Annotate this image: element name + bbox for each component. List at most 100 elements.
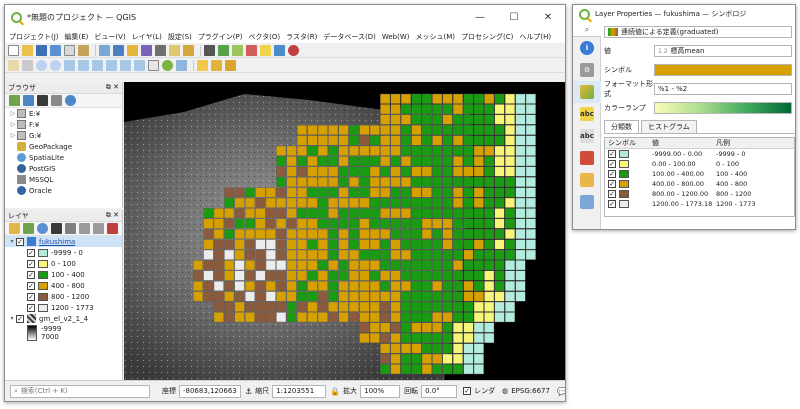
mesh-cell[interactable] <box>224 208 235 219</box>
mesh-cell[interactable] <box>421 176 432 187</box>
mesh-cell[interactable] <box>390 239 401 250</box>
mesh-cell[interactable] <box>432 176 443 187</box>
mesh-cell[interactable] <box>338 125 349 136</box>
mesh-cell[interactable] <box>453 301 464 312</box>
mesh-cell[interactable] <box>265 228 276 239</box>
mesh-cell[interactable] <box>432 208 443 219</box>
mesh-cell[interactable] <box>432 249 443 260</box>
value-field-select[interactable]: 1.2 標高mean <box>654 45 792 57</box>
mesh-cell[interactable] <box>494 135 505 146</box>
mesh-cell[interactable] <box>421 249 432 260</box>
mesh-cell[interactable] <box>525 249 536 260</box>
mesh-cell[interactable] <box>338 176 349 187</box>
mesh-cell[interactable] <box>224 187 235 198</box>
mesh-cell[interactable] <box>328 156 339 167</box>
class-value[interactable]: 800.00 - 1200.00 <box>649 190 713 198</box>
mesh-cell[interactable] <box>328 312 339 323</box>
mesh-cell[interactable] <box>255 228 266 239</box>
mesh-cell[interactable] <box>317 280 328 291</box>
mesh-cell[interactable] <box>307 208 318 219</box>
mesh-cell[interactable] <box>369 218 380 229</box>
mesh-cell[interactable] <box>421 364 432 375</box>
mesh-cell[interactable] <box>348 208 359 219</box>
mesh-cell[interactable] <box>380 343 391 354</box>
mesh-cell[interactable] <box>411 104 422 115</box>
column-legend[interactable]: 凡例 <box>713 138 791 148</box>
close-button[interactable]: ✕ <box>531 5 565 30</box>
annotation-icon[interactable] <box>169 44 180 56</box>
mesh-cell[interactable] <box>203 280 214 291</box>
mesh-cell[interactable] <box>421 332 432 343</box>
mesh-cell[interactable] <box>453 145 464 156</box>
mesh-cell[interactable] <box>380 218 391 229</box>
mesh-cell[interactable] <box>203 260 214 271</box>
mesh-cell[interactable] <box>442 166 453 177</box>
class-symbol-swatch[interactable] <box>619 160 629 168</box>
pan-icon[interactable] <box>8 59 19 71</box>
mesh-cell[interactable] <box>286 291 297 302</box>
sidebar-item-3d-view[interactable] <box>573 147 601 169</box>
mesh-cell[interactable] <box>494 260 505 271</box>
mesh-cell[interactable] <box>505 104 516 115</box>
mesh-cell[interactable] <box>411 364 422 375</box>
scale-field[interactable]: 1:1203551 <box>272 384 327 398</box>
mesh-cell[interactable] <box>286 176 297 187</box>
mesh-cell[interactable] <box>401 135 412 146</box>
mesh-cell[interactable] <box>432 260 443 271</box>
mesh-cell[interactable] <box>505 249 516 260</box>
mesh-cell[interactable] <box>286 166 297 177</box>
mesh-cell[interactable] <box>328 228 339 239</box>
mesh-cell[interactable] <box>203 239 214 250</box>
mesh-cell[interactable] <box>265 218 276 229</box>
mesh-cell[interactable] <box>328 270 339 281</box>
mesh-cell[interactable] <box>411 218 422 229</box>
mesh-cell[interactable] <box>484 301 495 312</box>
mesh-cell[interactable] <box>348 312 359 323</box>
mesh-cell[interactable] <box>515 156 526 167</box>
mesh-cell[interactable] <box>421 228 432 239</box>
class-visibility-checkbox[interactable]: ✓ <box>27 292 35 301</box>
mesh-cell[interactable] <box>494 312 505 323</box>
mesh-cell[interactable] <box>473 343 484 354</box>
mesh-cell[interactable] <box>348 291 359 302</box>
class-visibility-checkbox[interactable]: ✓ <box>27 270 35 279</box>
mesh-cell[interactable] <box>463 332 474 343</box>
mesh-cell[interactable] <box>442 156 453 167</box>
mesh-cell[interactable] <box>515 104 526 115</box>
mesh-cell[interactable] <box>442 343 453 354</box>
sum-icon[interactable] <box>155 44 166 56</box>
mesh-cell[interactable] <box>307 187 318 198</box>
mesh-cell[interactable] <box>401 343 412 354</box>
mesh-cell[interactable] <box>380 291 391 302</box>
table-row[interactable]: ✓ 0.00 - 100.00 0 - 100 <box>605 159 794 169</box>
mesh-cell[interactable] <box>484 176 495 187</box>
mesh-cell[interactable] <box>265 239 276 250</box>
mesh-cell[interactable] <box>224 239 235 250</box>
mesh-cell[interactable] <box>224 197 235 208</box>
mesh-cell[interactable] <box>432 291 443 302</box>
mesh-cell[interactable] <box>296 197 307 208</box>
mesh-cell[interactable] <box>234 260 245 271</box>
mesh-cell[interactable] <box>224 260 235 271</box>
mesh-cell[interactable] <box>328 176 339 187</box>
mesh-cell[interactable] <box>213 228 224 239</box>
mesh-cell[interactable] <box>505 312 516 323</box>
mesh-cell[interactable] <box>359 291 370 302</box>
sidebar-search[interactable]: ⌕ <box>573 23 601 37</box>
mesh-cell[interactable] <box>234 280 245 291</box>
mesh-cell[interactable] <box>453 187 464 198</box>
mesh-cell[interactable] <box>463 104 474 115</box>
mesh-cell[interactable] <box>484 239 495 250</box>
menu-processing[interactable]: プロセシング(C) <box>461 32 513 42</box>
mesh-cell[interactable] <box>369 260 380 271</box>
mesh-cell[interactable] <box>359 332 370 343</box>
mesh-cell[interactable] <box>317 301 328 312</box>
table-row[interactable]: ✓ 400.00 - 800.00 400 - 800 <box>605 179 794 189</box>
mesh-cell[interactable] <box>525 145 536 156</box>
mesh-cell[interactable] <box>494 249 505 260</box>
mesh-cell[interactable] <box>525 104 536 115</box>
mesh-cell[interactable] <box>442 176 453 187</box>
filter-legend-icon[interactable] <box>51 223 62 234</box>
mesh-cell[interactable] <box>213 208 224 219</box>
mesh-cell[interactable] <box>380 260 391 271</box>
